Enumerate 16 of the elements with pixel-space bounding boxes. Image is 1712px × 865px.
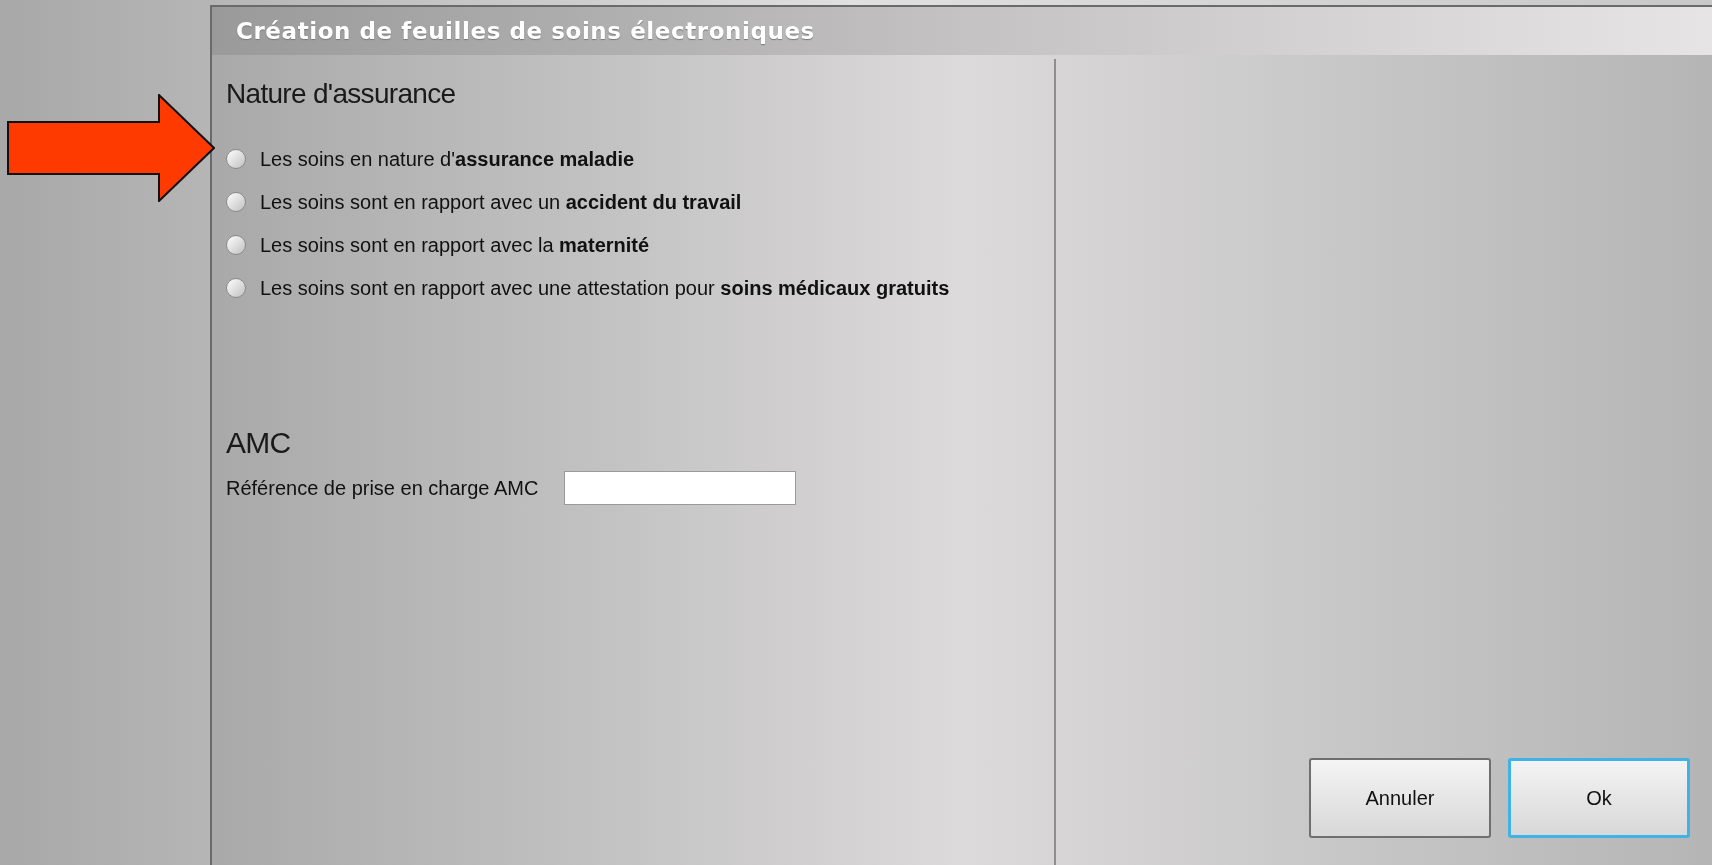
dialog-button[interactable]: Annuler bbox=[1309, 758, 1491, 838]
radio-label[interactable]: Les soins sont en rapport avec une attestation pour soins médicaux gratuits bbox=[260, 273, 950, 303]
radio-button[interactable] bbox=[226, 149, 246, 169]
radio-button[interactable] bbox=[226, 235, 246, 255]
arrow-icon bbox=[7, 94, 215, 202]
radio-button[interactable] bbox=[226, 192, 246, 212]
field-label: Référence de prise en charge AMC bbox=[226, 476, 539, 501]
window-title: Création de feuilles de soins électroniques bbox=[236, 16, 815, 46]
radio-label[interactable]: Les soins sont en rapport avec un accident du travail bbox=[260, 187, 742, 217]
section-heading: AMC bbox=[226, 425, 292, 461]
radio-button[interactable] bbox=[226, 278, 246, 298]
dialog-button[interactable]: Ok bbox=[1508, 758, 1690, 838]
section-heading: Nature d'assurance bbox=[226, 77, 457, 111]
radio-label[interactable]: Les soins sont en rapport avec la maternité bbox=[260, 230, 650, 260]
reference-input-field[interactable] bbox=[564, 471, 797, 505]
radio-label[interactable]: Les soins en nature d'assurance maladie bbox=[260, 144, 635, 174]
